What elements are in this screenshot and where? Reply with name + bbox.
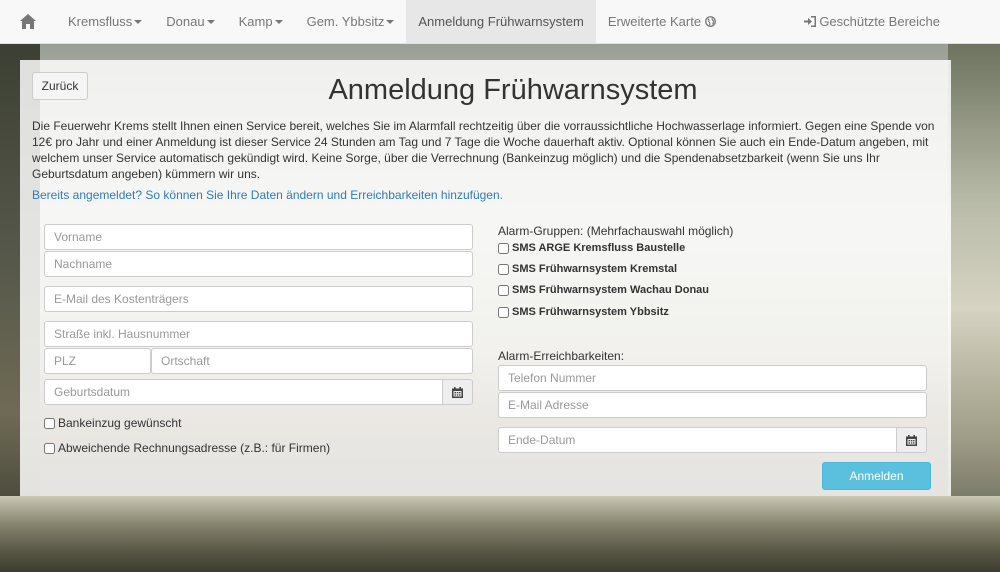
group-checkbox-row[interactable]: SMS ARGE Kremsfluss Baustelle <box>498 242 685 254</box>
lastname-input[interactable] <box>44 251 473 277</box>
firstname-input[interactable] <box>44 224 473 250</box>
navbar: Kremsfluss Donau Kamp Gem. Ybbsitz Anmel… <box>0 0 1000 44</box>
billing-address-checkbox-row[interactable]: Abweichende Rechnungsadresse (z.B.: für … <box>44 441 330 455</box>
nav-home[interactable] <box>0 0 56 43</box>
caret-down-icon <box>206 19 215 24</box>
group-checkbox-row[interactable]: SMS Frühwarnsystem Kremstal <box>498 263 677 275</box>
billing-address-label: Abweichende Rechnungsadresse (z.B.: für … <box>58 441 331 455</box>
group-label: SMS Frühwarnsystem Ybbsitz <box>512 306 669 318</box>
birthdate-input[interactable] <box>44 379 443 405</box>
nav-item-anmeldung[interactable]: Anmeldung Frühwarnsystem <box>406 0 596 43</box>
birthdate-calendar-button[interactable] <box>442 379 473 405</box>
nav-item-label: Erweiterte Karte <box>607 14 702 29</box>
login-icon <box>804 16 817 27</box>
group-checkbox-row[interactable]: SMS Frühwarnsystem Wachau Donau <box>498 284 709 296</box>
caret-down-icon <box>134 19 143 24</box>
billing-address-checkbox[interactable] <box>44 442 55 454</box>
group-checkbox[interactable] <box>498 263 509 275</box>
payer-email-input[interactable] <box>44 286 473 312</box>
alarm-contacts-label: Alarm-Erreichbarkeiten: <box>498 349 625 363</box>
registration-panel: Zurück Anmeldung Frühwarnsystem Die Feue… <box>20 60 951 496</box>
bank-debit-label: Bankeinzug gewünscht <box>58 416 182 430</box>
enddate-calendar-button[interactable] <box>896 427 927 453</box>
nav-item-label: Kremsfluss <box>68 14 133 29</box>
nav-item-protected-areas[interactable]: Geschützte Bereiche <box>792 0 1000 43</box>
nav-item-label: Anmeldung Frühwarnsystem <box>418 14 584 29</box>
register-button[interactable]: Anmelden <box>822 462 931 490</box>
nav-item-label: Gem. Ybbsitz <box>306 14 385 29</box>
nav-item-kamp[interactable]: Kamp <box>227 0 295 43</box>
group-label: SMS Frühwarnsystem Wachau Donau <box>512 284 710 296</box>
nav-item-kremsfluss[interactable]: Kremsfluss <box>56 0 154 43</box>
already-registered-link[interactable]: Bereits angemeldet? So können Sie Ihre D… <box>32 188 503 202</box>
bank-debit-checkbox[interactable] <box>44 417 55 429</box>
bank-debit-checkbox-row[interactable]: Bankeinzug gewünscht <box>44 416 181 430</box>
group-checkbox-row[interactable]: SMS Frühwarnsystem Ybbsitz <box>498 306 669 318</box>
nav-item-erweiterte-karte[interactable]: Erweiterte Karte <box>596 0 728 43</box>
background-image-bottom <box>0 496 1000 572</box>
street-input[interactable] <box>44 321 473 347</box>
caret-down-icon <box>274 19 283 24</box>
calendar-icon <box>452 386 463 398</box>
group-checkbox[interactable] <box>498 306 509 318</box>
city-input[interactable] <box>151 348 473 374</box>
alarm-groups-label: Alarm-Gruppen: (Mehrfachauswahl möglich) <box>498 224 734 238</box>
phone-input[interactable] <box>498 365 927 391</box>
group-checkbox[interactable] <box>498 284 509 296</box>
nav-item-ybbsitz[interactable]: Gem. Ybbsitz <box>295 0 407 43</box>
nav-item-label: Kamp <box>238 14 273 29</box>
group-checkbox[interactable] <box>498 242 509 254</box>
home-icon <box>20 14 36 29</box>
intro-text: Die Feuerwehr Krems stellt Ihnen einen S… <box>32 119 935 181</box>
zip-input[interactable] <box>44 348 151 374</box>
page-title: Anmeldung Frühwarnsystem <box>328 74 698 106</box>
group-label: SMS ARGE Kremsfluss Baustelle <box>512 242 686 254</box>
globe-icon <box>705 16 716 27</box>
background-image-right <box>948 44 1000 572</box>
enddate-input[interactable] <box>498 427 897 453</box>
calendar-icon <box>906 434 917 446</box>
nav-item-donau[interactable]: Donau <box>154 0 226 43</box>
caret-down-icon <box>386 19 395 24</box>
contact-email-input[interactable] <box>498 392 927 418</box>
group-label: SMS Frühwarnsystem Kremstal <box>512 263 678 275</box>
nav-item-label: Donau <box>166 14 205 29</box>
nav-item-label: Geschützte Bereiche <box>819 14 940 29</box>
